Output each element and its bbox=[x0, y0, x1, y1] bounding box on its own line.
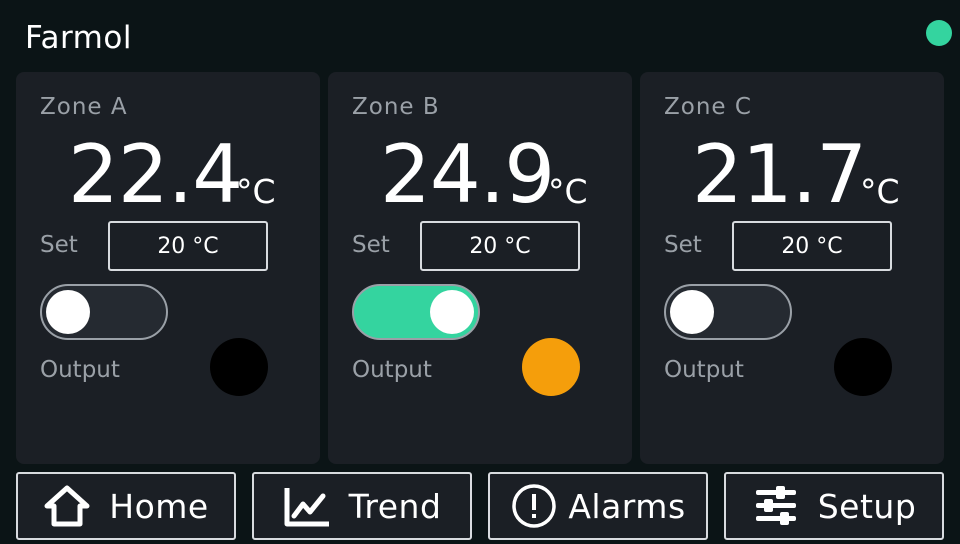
sliders-icon bbox=[755, 486, 796, 525]
output-toggle[interactable] bbox=[664, 284, 792, 340]
trend-button[interactable]: Trend bbox=[252, 472, 472, 540]
temperature-value: 22.4 bbox=[68, 128, 243, 221]
zone-label: Zone B bbox=[352, 94, 440, 120]
setpoint-field[interactable]: 20 °C bbox=[420, 221, 580, 271]
setpoint-field[interactable]: 20 °C bbox=[108, 221, 268, 271]
zone-card-a: Zone A 22.4 °C Set 20 °C Output bbox=[16, 72, 320, 464]
temperature-value: 24.9 bbox=[380, 128, 555, 221]
set-label: Set bbox=[40, 232, 78, 258]
temperature-unit: °C bbox=[548, 172, 588, 211]
zone-card-c: Zone C 21.7 °C Set 20 °C Output bbox=[640, 72, 944, 464]
output-led bbox=[210, 338, 268, 396]
setup-button[interactable]: Setup bbox=[724, 472, 944, 540]
temperature-unit: °C bbox=[860, 172, 900, 211]
output-label: Output bbox=[664, 357, 744, 383]
output-toggle[interactable] bbox=[352, 284, 480, 340]
status-indicator bbox=[926, 20, 952, 46]
alarms-button[interactable]: Alarms bbox=[488, 472, 708, 540]
home-icon bbox=[44, 485, 90, 527]
toggle-knob bbox=[670, 290, 714, 334]
output-led bbox=[522, 338, 580, 396]
output-led bbox=[834, 338, 892, 396]
temperature-value: 21.7 bbox=[692, 128, 867, 221]
toggle-knob bbox=[46, 290, 90, 334]
alert-icon bbox=[512, 484, 557, 528]
output-label: Output bbox=[352, 357, 432, 383]
set-label: Set bbox=[664, 232, 702, 258]
hmi-screen: Farmol Zone A 22.4 °C Set 20 °C Output Z… bbox=[0, 0, 960, 544]
setup-label: Setup bbox=[817, 486, 917, 526]
home-label: Home bbox=[109, 486, 209, 526]
output-label: Output bbox=[40, 357, 120, 383]
app-title: Farmol bbox=[25, 20, 132, 56]
set-label: Set bbox=[352, 232, 390, 258]
zone-label: Zone A bbox=[40, 94, 128, 120]
trend-icon bbox=[284, 488, 329, 527]
setpoint-field[interactable]: 20 °C bbox=[732, 221, 892, 271]
alarms-label: Alarms bbox=[568, 486, 686, 526]
temperature-unit: °C bbox=[236, 172, 276, 211]
home-button[interactable]: Home bbox=[16, 472, 236, 540]
output-toggle[interactable] bbox=[40, 284, 168, 340]
trend-label: Trend bbox=[348, 486, 442, 526]
zone-label: Zone C bbox=[664, 94, 752, 120]
toggle-knob bbox=[430, 290, 474, 334]
zone-card-b: Zone B 24.9 °C Set 20 °C Output bbox=[328, 72, 632, 464]
